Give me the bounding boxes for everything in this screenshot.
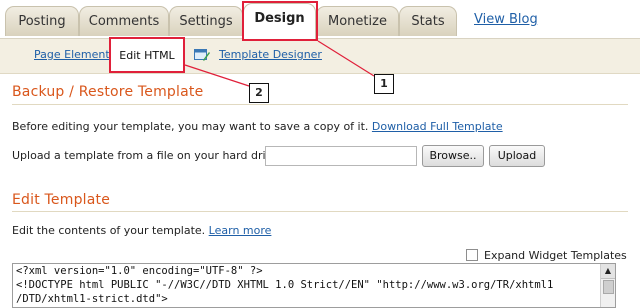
tab-stats[interactable]: Stats — [399, 6, 457, 36]
template-designer-icon — [194, 49, 210, 61]
edit-intro-text: Edit the contents of your template. — [12, 224, 206, 237]
subtab-template-designer[interactable]: Template Designer — [219, 48, 322, 61]
edit-intro: Edit the contents of your template. Lear… — [12, 224, 271, 237]
tab-posting[interactable]: Posting — [5, 6, 79, 36]
expand-widget-label: Expand Widget Templates — [484, 249, 627, 262]
callout-2: 2 — [249, 83, 269, 103]
code-line: <?xml version="1.0" encoding="UTF-8" ?> — [16, 265, 263, 277]
template-code-editor[interactable]: <?xml version="1.0" encoding="UTF-8" ?> … — [12, 263, 616, 308]
tab-settings[interactable]: Settings — [169, 6, 243, 36]
download-template-link[interactable]: Download Full Template — [372, 120, 503, 133]
code-line: <!DOCTYPE html PUBLIC "-//W3C//DTD XHTML… — [16, 279, 554, 291]
upload-label: Upload a template from a file on your ha… — [12, 149, 283, 162]
subtab-page-elements[interactable]: Page Elements — [34, 48, 115, 61]
backup-section-title: Backup / Restore Template — [12, 84, 204, 100]
tab-monetize[interactable]: Monetize — [316, 6, 399, 36]
backup-divider — [12, 104, 628, 105]
backup-intro: Before editing your template, you may wa… — [12, 120, 503, 133]
learn-more-link[interactable]: Learn more — [209, 224, 272, 237]
scroll-thumb[interactable] — [603, 280, 614, 294]
upload-file-field[interactable] — [265, 146, 417, 166]
code-scrollbar[interactable]: ▲ — [600, 264, 615, 307]
scroll-up-icon[interactable]: ▲ — [601, 264, 615, 279]
view-blog-link[interactable]: View Blog — [474, 12, 538, 27]
expand-widget-checkbox[interactable] — [466, 249, 478, 261]
callout-1: 1 — [374, 74, 394, 94]
browse-button[interactable]: Browse.. — [422, 145, 484, 167]
edit-html-highlight — [109, 37, 185, 73]
tab-comments[interactable]: Comments — [79, 6, 169, 36]
edit-divider — [12, 211, 628, 212]
code-line: /DTD/xhtml1-strict.dtd"> — [16, 293, 168, 305]
upload-button[interactable]: Upload — [489, 145, 545, 167]
backup-intro-text: Before editing your template, you may wa… — [12, 120, 369, 133]
design-tab-highlight — [242, 1, 318, 41]
sub-tab-bar: Page Elements Edit HTML Template Designe… — [0, 39, 640, 74]
edit-section-title: Edit Template — [12, 192, 111, 208]
main-tab-bar: Posting Comments Settings Design Monetiz… — [0, 0, 640, 39]
